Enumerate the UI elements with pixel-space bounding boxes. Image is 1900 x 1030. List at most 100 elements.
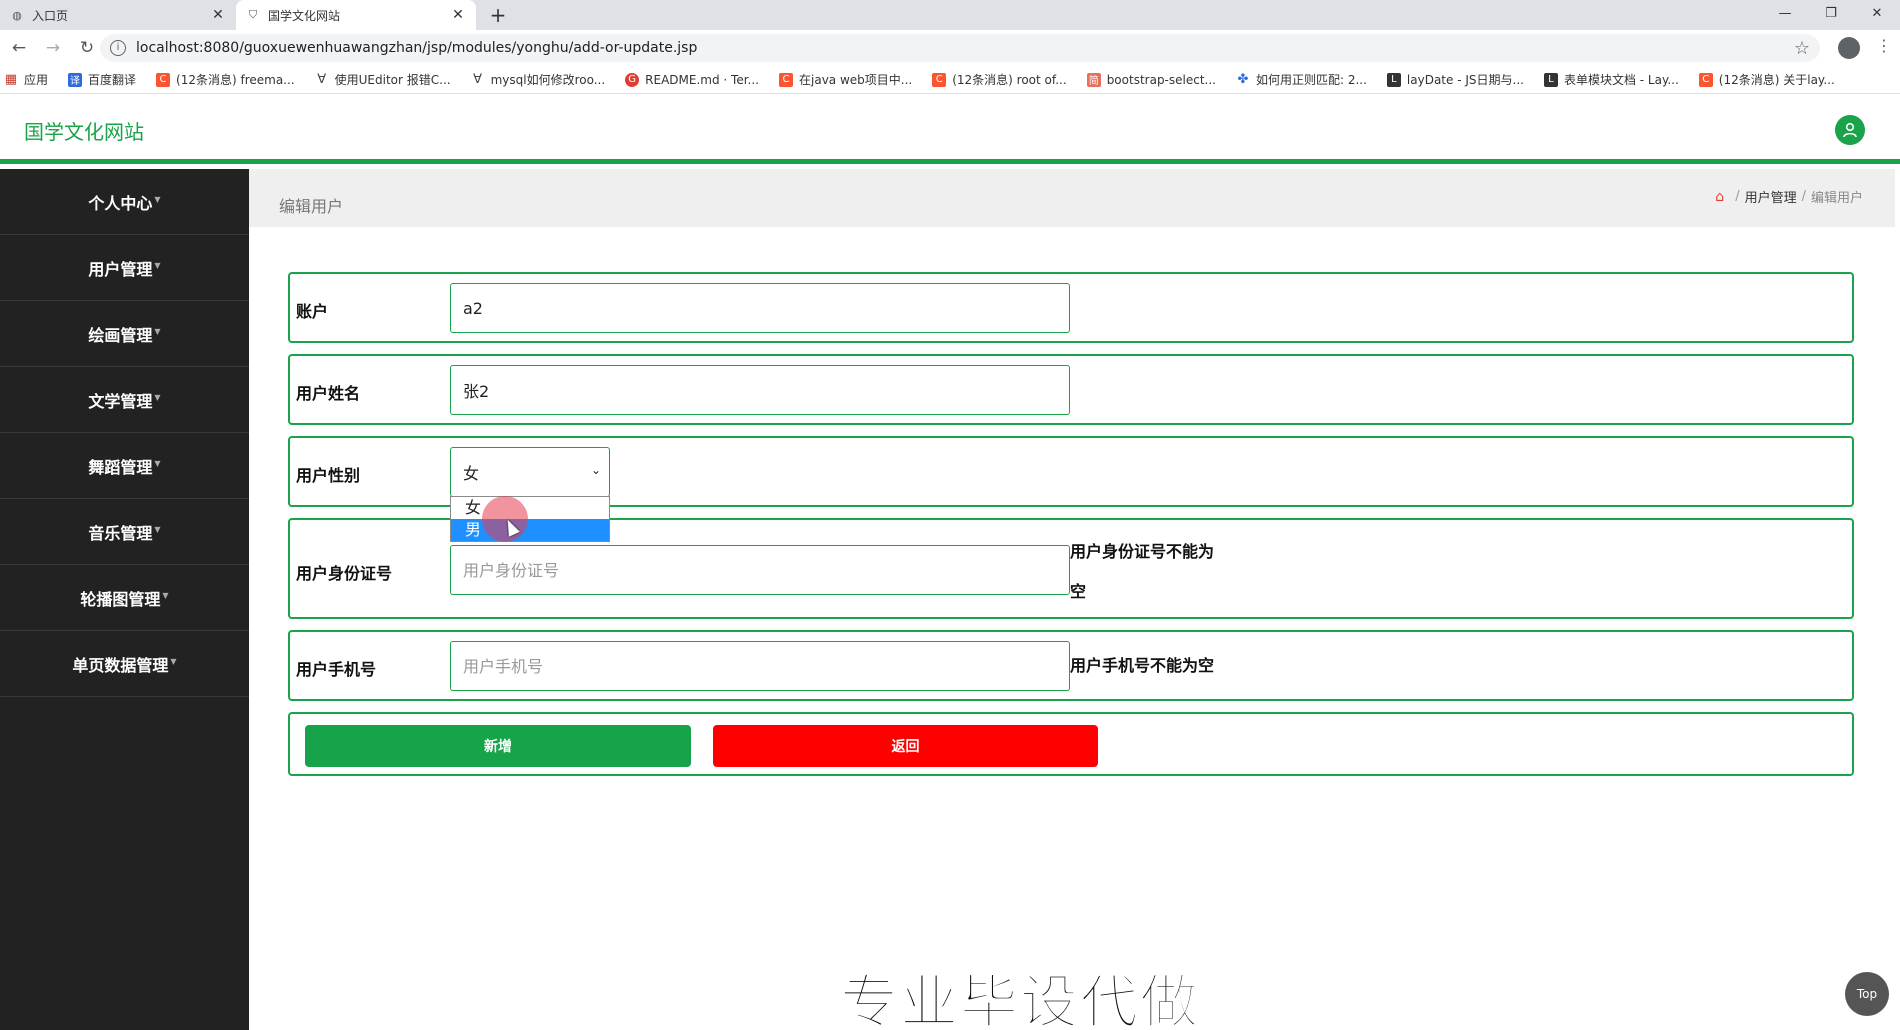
bookmark-item[interactable]: L 表单模块文档 - Lay...: [1543, 71, 1679, 88]
bookmark-label: 应用: [24, 73, 49, 87]
bookmark-label: 如何用正则匹配: 2...: [1255, 73, 1367, 87]
bookmark-item[interactable]: LlayDate - JS日期与...: [1386, 71, 1524, 88]
form-row-account: 账户: [288, 272, 1854, 343]
phone-input[interactable]: [450, 641, 1070, 691]
home-icon[interactable]: ⌂: [1715, 189, 1724, 205]
sidebar-item-label: 音乐管理: [88, 523, 153, 543]
restore-icon[interactable]: ❐: [1808, 0, 1854, 30]
app-header: 国学文化网站: [0, 94, 1900, 164]
add-button[interactable]: 新增: [305, 725, 691, 767]
bookmark-label: (12条消息) 关于lay...: [1718, 73, 1835, 87]
bookmark-item[interactable]: ▦ 应用: [4, 71, 48, 88]
bookmark-label: mysql如何修改roo...: [490, 73, 606, 87]
tab-title: 入口页: [32, 8, 69, 23]
breadcrumb-separator: /: [1801, 189, 1806, 204]
bookmark-label: layDate - JS日期与...: [1406, 73, 1524, 87]
gender-dropdown-list: 女 男: [450, 496, 610, 542]
bookmark-item[interactable]: ✤ 如何用正则匹配: 2...: [1236, 71, 1367, 88]
caret-down-icon: ▼: [154, 459, 161, 468]
csdn-icon: C: [932, 72, 947, 87]
gender-option-female[interactable]: 女: [451, 497, 609, 519]
user-icon: [1843, 122, 1857, 138]
apps-grid-icon: ▦: [4, 72, 18, 87]
gender-select[interactable]: 女 ⌄: [450, 447, 610, 497]
forward-arrow-icon[interactable]: →: [38, 33, 68, 63]
bookmark-label: (12条消息) root of...: [952, 73, 1067, 87]
id-card-input[interactable]: [450, 545, 1070, 595]
sidebar-item-label: 单页数据管理: [72, 655, 169, 675]
gender-selected-value: 女: [463, 464, 480, 483]
bookmark-item[interactable]: 简 bootstrap-select...: [1086, 72, 1216, 87]
sidebar-item-label: 轮播图管理: [80, 589, 161, 609]
back-button[interactable]: 返回: [713, 725, 1098, 767]
account-input[interactable]: [450, 283, 1070, 333]
caret-down-icon: ▼: [154, 261, 161, 270]
caret-down-icon: ▼: [154, 195, 161, 204]
sidebar-item-label: 用户管理: [88, 259, 153, 279]
bookmark-item[interactable]: ∀ 使用UEditor 报错C...: [315, 71, 451, 88]
breadcrumb: ⌂ / 用户管理 / 编辑用户: [1715, 187, 1863, 207]
sidebar-item-music[interactable]: 音乐管理 ▼: [0, 499, 249, 565]
sidebar: 个人中心 ▼ 用户管理 ▼ 绘画管理 ▼ 文学管理 ▼ 舞蹈管理 ▼ 音乐管理 ▼ 轮播图管…: [0, 169, 249, 1030]
window-controls: — ❐ ✕: [1762, 0, 1900, 30]
name-input[interactable]: [450, 365, 1070, 415]
profile-icon[interactable]: [1838, 37, 1860, 59]
close-window-icon[interactable]: ✕: [1854, 0, 1900, 30]
close-icon[interactable]: ✕: [450, 7, 466, 23]
browser-toolbar: ← → ↻ i localhost:8080/guoxuewenhuawangz…: [0, 30, 1900, 66]
user-avatar-icon[interactable]: [1835, 115, 1865, 145]
kebab-menu-icon[interactable]: ⋮: [1876, 36, 1892, 55]
jianshu-icon: 简: [1086, 72, 1101, 87]
gender-option-male[interactable]: 男: [451, 519, 609, 541]
site-title[interactable]: 国学文化网站: [24, 116, 144, 145]
bookmark-item[interactable]: 译百度翻译: [68, 71, 136, 88]
bookmark-item[interactable]: ∀ mysql如何修改roo...: [471, 71, 606, 88]
bookmark-star-icon[interactable]: ☆: [1794, 38, 1810, 59]
name-label: 用户姓名: [296, 384, 361, 403]
bookmark-item[interactable]: C (12条消息) freema...: [156, 71, 295, 88]
bookmark-item[interactable]: C (12条消息) root of...: [932, 71, 1067, 88]
breadcrumb-item[interactable]: 用户管理: [1745, 187, 1797, 206]
browser-tab-site[interactable]: ⛉ 国学文化网站 ✕: [236, 0, 476, 30]
sidebar-item-users[interactable]: 用户管理 ▼: [0, 235, 249, 301]
sidebar-item-carousel[interactable]: 轮播图管理 ▼: [0, 565, 249, 631]
bookmark-item[interactable]: C (12条消息) 关于lay...: [1698, 71, 1835, 88]
gitee-icon: G: [625, 72, 640, 87]
sidebar-item-dance[interactable]: 舞蹈管理 ▼: [0, 433, 249, 499]
bookmark-label: 使用UEditor 报错C...: [334, 73, 451, 87]
account-label: 账户: [296, 302, 329, 321]
browser-tab-bar: ◍ 入口页 ✕ ⛉ 国学文化网站 ✕ + — ❐ ✕: [0, 0, 1900, 30]
chevron-down-icon: ⌄: [590, 463, 601, 477]
bookmark-item[interactable]: C 在java web项目中...: [779, 71, 912, 88]
bookmarks-bar: ▦ 应用 译百度翻译 C (12条消息) freema... ∀ 使用UEditor …: [0, 66, 1900, 94]
close-icon[interactable]: ✕: [210, 7, 226, 23]
reload-icon[interactable]: ↻: [72, 33, 102, 63]
sidebar-item-painting[interactable]: 绘画管理 ▼: [0, 301, 249, 367]
layui-icon: L: [1543, 72, 1558, 87]
gender-label: 用户性别: [296, 466, 361, 485]
info-icon[interactable]: i: [110, 40, 126, 56]
sidebar-item-personal-center[interactable]: 个人中心 ▼: [0, 169, 249, 235]
sidebar-item-literature[interactable]: 文学管理 ▼: [0, 367, 249, 433]
page-title: 编辑用户: [279, 197, 344, 216]
baidu-paw-icon: ✤: [1237, 72, 1249, 87]
csdn-icon: C: [779, 72, 793, 87]
new-tab-button[interactable]: +: [486, 3, 510, 27]
vue-icon: ∀: [317, 72, 327, 87]
url-text[interactable]: localhost:8080/guoxuewenhuawangzhan/jsp/…: [136, 40, 1794, 56]
caret-down-icon: ▼: [162, 591, 169, 600]
bookmark-item[interactable]: G README.md · Ter...: [625, 72, 759, 87]
layui-icon: L: [1386, 72, 1401, 87]
sidebar-item-label: 绘画管理: [88, 325, 153, 345]
sidebar-item-single-page[interactable]: 单页数据管理 ▼: [0, 631, 249, 697]
bookmark-label: (12条消息) freema...: [176, 73, 295, 87]
address-bar[interactable]: i localhost:8080/guoxuewenhuawangzhan/js…: [100, 34, 1820, 62]
back-arrow-icon[interactable]: ←: [4, 33, 34, 63]
caret-down-icon: ▼: [170, 657, 177, 666]
shield-icon: ⛉: [248, 8, 258, 21]
browser-tab-entry[interactable]: ◍ 入口页 ✕: [0, 0, 236, 30]
click-indicator: [482, 496, 528, 542]
back-to-top-button[interactable]: Top: [1845, 972, 1889, 1016]
caret-down-icon: ▼: [154, 393, 161, 402]
minimize-icon[interactable]: —: [1762, 0, 1808, 30]
